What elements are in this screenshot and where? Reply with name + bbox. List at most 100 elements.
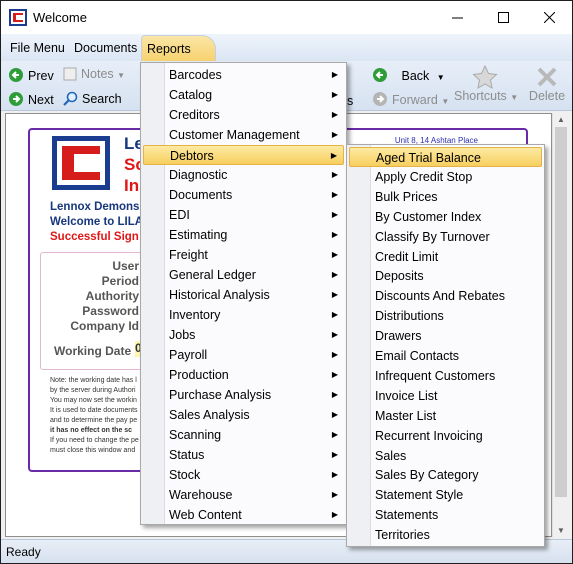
menu-item-label: Debtors [170, 149, 214, 163]
minimize-button[interactable] [434, 1, 480, 34]
debtors-menu-item-recurrent-invoicing[interactable]: Recurrent Invoicing [349, 426, 542, 446]
menu-item-label: Distributions [375, 309, 444, 324]
submenu-arrow-icon: ▶ [331, 230, 338, 239]
scrollbar-thumb[interactable] [555, 127, 567, 497]
company-logo-icon [52, 136, 110, 190]
back-button[interactable]: Back ▼ [372, 67, 445, 83]
debtors-submenu: Aged Trial Balance Apply Credit Stop Bulk … [346, 144, 545, 547]
reports-menu-item-catalog[interactable]: Catalog ▶ [143, 85, 344, 105]
debtors-menu-item-distributions[interactable]: Distributions [349, 306, 542, 326]
debtors-menu-item-sales[interactable]: Sales [349, 446, 542, 466]
menu-item-label: Payroll [169, 348, 208, 362]
scroll-down-icon[interactable]: ▼ [557, 526, 565, 535]
prev-button[interactable]: Prev [8, 67, 54, 83]
reports-menu-item-sales-analysis[interactable]: Sales Analysis ▶ [143, 405, 344, 425]
delete-button[interactable]: Delete [527, 65, 567, 103]
note-line: If you need to change the pe [50, 437, 139, 444]
back-arrow-icon [373, 68, 387, 82]
note-line: it has no effect on the sc [50, 427, 133, 434]
reports-menu-item-status[interactable]: Status ▶ [143, 445, 344, 465]
debtors-menu-item-email-contacts[interactable]: Email Contacts [349, 346, 542, 366]
next-label: Next [28, 93, 54, 107]
menu-item-label: Apply Credit Stop [375, 169, 473, 184]
notes-label: Notes [81, 67, 114, 81]
menu-file[interactable]: File Menu [10, 41, 65, 55]
reports-menu-item-documents[interactable]: Documents ▶ [143, 185, 344, 205]
debtors-menu-item-drawers[interactable]: Drawers [349, 326, 542, 346]
debtors-menu-item-statements[interactable]: Statements [349, 505, 542, 525]
close-button[interactable] [526, 1, 572, 34]
debtors-menu-item-aged-trial-balance[interactable]: Aged Trial Balance [349, 147, 542, 167]
debtors-menu-item-statement-style[interactable]: Statement Style [349, 485, 542, 505]
delete-label: Delete [528, 89, 566, 103]
shortcuts-button[interactable]: Shortcuts ▼ [454, 64, 518, 103]
debtors-menu-item-master-list[interactable]: Master List [349, 406, 542, 426]
reports-menu-item-customer-management[interactable]: Customer Management ▶ [143, 125, 344, 145]
menu-item-label: Production [169, 368, 229, 382]
reports-menu-item-stock[interactable]: Stock ▶ [143, 465, 344, 485]
menu-item-label: Infrequent Customers [375, 368, 496, 383]
menu-reports[interactable]: Reports [141, 35, 216, 63]
working-date-note: Note: the working date has l by the serv… [50, 376, 139, 456]
user-label: User [112, 259, 139, 273]
delete-x-icon [537, 67, 557, 87]
debtors-menu-item-invoice-list[interactable]: Invoice List [349, 386, 542, 406]
search-button[interactable]: Search [63, 91, 122, 106]
shortcuts-label: Shortcuts [454, 89, 507, 103]
title-bar: Welcome [1, 1, 572, 34]
submenu-arrow-icon: ▶ [331, 90, 338, 99]
reports-menu-item-jobs[interactable]: Jobs ▶ [143, 325, 344, 345]
reports-menu-item-payroll[interactable]: Payroll ▶ [143, 345, 344, 365]
reports-menu-item-debtors[interactable]: Debtors ▶ [143, 145, 344, 165]
maximize-icon [497, 12, 509, 23]
debtors-menu-item-by-customer-index[interactable]: By Customer Index [349, 207, 542, 227]
menu-item-label: Sales By Category [375, 468, 479, 483]
submenu-arrow-icon: ▶ [331, 190, 338, 199]
reports-menu-item-edi[interactable]: EDI ▶ [143, 205, 344, 225]
debtors-menu-item-bulk-prices[interactable]: Bulk Prices [349, 187, 542, 207]
notes-button[interactable]: Notes ▼ [63, 67, 125, 81]
maximize-button[interactable] [480, 1, 526, 34]
reports-menu-item-freight[interactable]: Freight ▶ [143, 245, 344, 265]
scroll-up-icon[interactable]: ▲ [557, 115, 565, 124]
submenu-arrow-icon: ▶ [331, 210, 338, 219]
debtors-menu-item-sales-by-category[interactable]: Sales By Category [349, 465, 542, 485]
search-icon [63, 91, 78, 106]
reports-menu-item-estimating[interactable]: Estimating ▶ [143, 225, 344, 245]
forward-button[interactable]: Forward ▼ [372, 91, 449, 107]
vertical-scrollbar[interactable]: ▲ ▼ [552, 113, 569, 537]
menu-item-label: Jobs [169, 328, 196, 342]
reports-menu-item-scanning[interactable]: Scanning ▶ [143, 425, 344, 445]
debtors-menu-item-credit-limit[interactable]: Credit Limit [349, 247, 542, 267]
reports-menu-item-general-ledger[interactable]: General Ledger ▶ [143, 265, 344, 285]
next-button[interactable]: Next [8, 91, 54, 107]
debtors-menu-item-infrequent-customers[interactable]: Infrequent Customers [349, 366, 542, 386]
debtors-menu-item-classify-by-turnover[interactable]: Classify By Turnover [349, 227, 542, 247]
prev-label: Prev [28, 69, 54, 83]
reports-menu-item-historical-analysis[interactable]: Historical Analysis ▶ [143, 285, 344, 305]
submenu-arrow-icon: ▶ [331, 410, 338, 419]
debtors-menu-item-discounts-and-rebates[interactable]: Discounts And Rebates [349, 286, 542, 306]
submenu-arrow-icon: ▶ [331, 290, 338, 299]
reports-menu-item-diagnostic[interactable]: Diagnostic ▶ [143, 165, 344, 185]
menu-item-label: Stock [169, 468, 201, 482]
reports-menu-item-barcodes[interactable]: Barcodes ▶ [143, 65, 344, 85]
debtors-menu-item-deposits[interactable]: Deposits [349, 266, 542, 286]
debtors-menu-item-apply-credit-stop[interactable]: Apply Credit Stop [349, 167, 542, 187]
menu-documents[interactable]: Documents [74, 41, 137, 55]
reports-menu-item-warehouse[interactable]: Warehouse ▶ [143, 485, 344, 505]
note-line: must close this window and [50, 447, 136, 454]
menu-item-label: Freight [169, 248, 208, 262]
submenu-arrow-icon: ▶ [331, 330, 338, 339]
reports-menu-item-creditors[interactable]: Creditors ▶ [143, 105, 344, 125]
submenu-arrow-icon: ▶ [331, 470, 338, 479]
reports-menu-item-web-content[interactable]: Web Content ▶ [143, 505, 344, 525]
menu-item-label: Statements [375, 508, 439, 523]
menu-item-label: By Customer Index [375, 209, 482, 224]
reports-menu-item-production[interactable]: Production ▶ [143, 365, 344, 385]
reports-menu-item-purchase-analysis[interactable]: Purchase Analysis ▶ [143, 385, 344, 405]
notes-icon [63, 67, 77, 81]
chevron-down-icon: ▼ [441, 97, 450, 106]
debtors-menu-item-territories[interactable]: Territories [349, 525, 542, 545]
reports-menu-item-inventory[interactable]: Inventory ▶ [143, 305, 344, 325]
